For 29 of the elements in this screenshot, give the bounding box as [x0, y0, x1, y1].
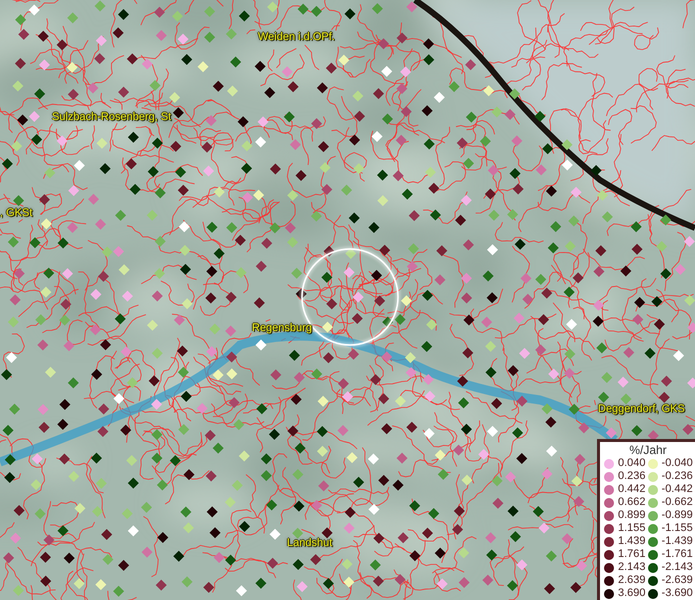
place-label: Landshut — [287, 537, 332, 550]
legend-value: -0.040 — [662, 457, 693, 470]
legend-value: -0.662 — [662, 496, 693, 509]
legend-value: 1.761 — [618, 548, 646, 561]
legend-value: 1.439 — [618, 535, 646, 548]
legend-value: 0.662 — [618, 496, 646, 509]
legend-value: -1.761 — [662, 548, 693, 561]
legend-value: 2.143 — [618, 561, 646, 574]
legend-value: -1.155 — [662, 522, 693, 535]
place-label: Sulzbach-Rosenberg, St — [52, 111, 172, 124]
legend-value: -0.899 — [662, 509, 693, 522]
place-label: , GKSt — [0, 207, 32, 220]
legend-value: -3.690 — [662, 587, 693, 600]
legend-value: 0.236 — [618, 470, 646, 483]
legend-value: 1.155 — [618, 522, 646, 535]
place-label: Regensburg — [252, 322, 312, 335]
legend-value: -0.442 — [662, 483, 693, 496]
legend-value: -2.639 — [662, 574, 693, 587]
legend-value: 0.040 — [618, 457, 646, 470]
place-label: Deggendorf, GKS — [598, 403, 685, 416]
legend-value: 0.899 — [618, 509, 646, 522]
legend-value: 2.639 — [618, 574, 646, 587]
legend-value: -2.143 — [662, 561, 693, 574]
legend-value: 0.442 — [618, 483, 646, 496]
legend-value: 3.690 — [618, 587, 646, 600]
legend-title: %/Jahr — [628, 443, 668, 457]
legend-value: -1.439 — [662, 535, 693, 548]
legend-value: -0.236 — [662, 470, 693, 483]
place-label: Weiden i.d.OPf. — [258, 31, 335, 44]
